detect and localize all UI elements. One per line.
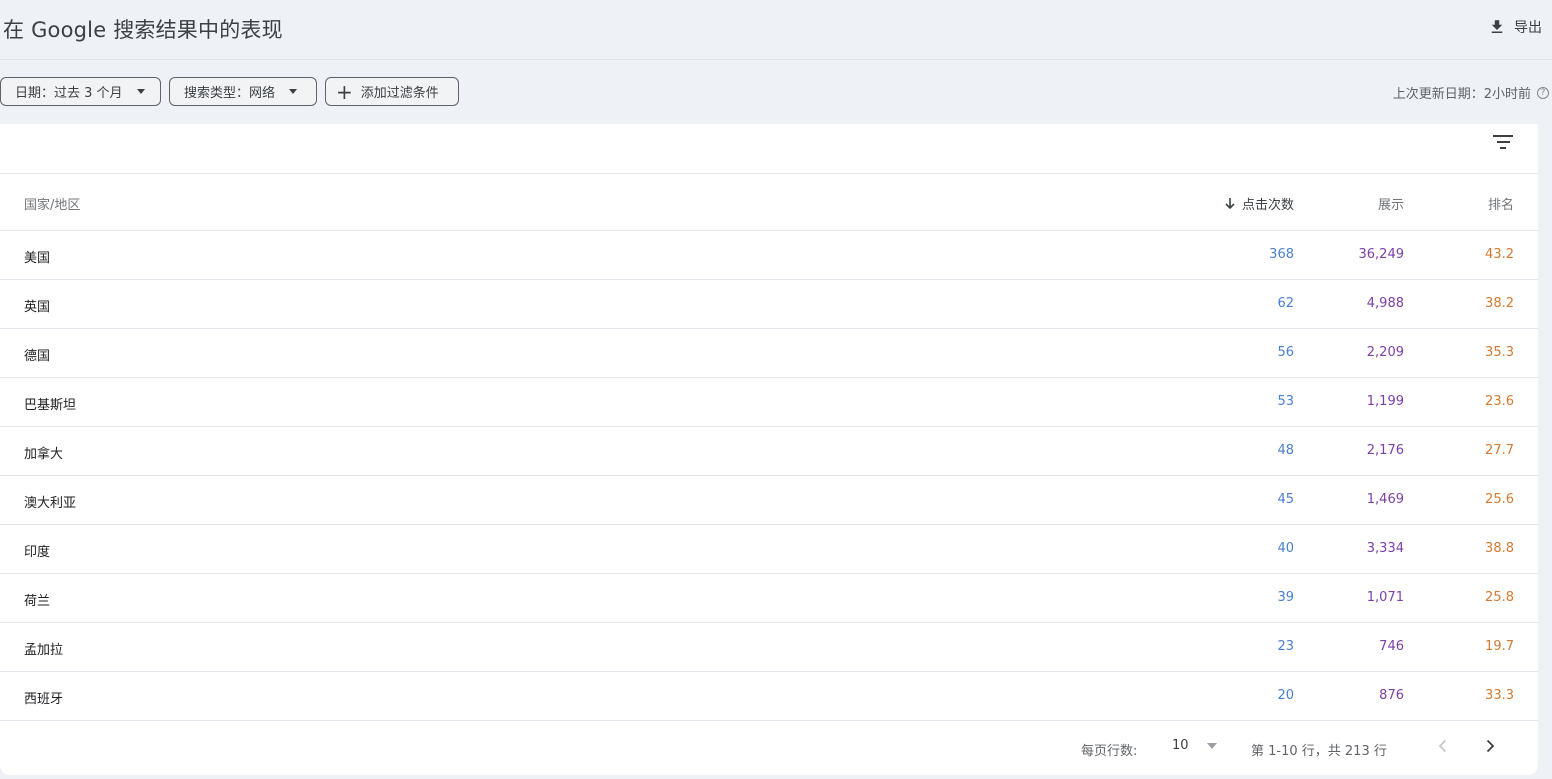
table-row[interactable]: 西班牙 20 876 33.3 (0, 672, 1538, 721)
cell-impressions: 1,071 (1366, 590, 1404, 605)
cell-impressions: 1,199 (1366, 394, 1404, 409)
cell-position: 43.2 (1485, 247, 1514, 262)
search-type-filter-label: 搜索类型：网络 (184, 86, 276, 101)
cell-country: 加拿大 (24, 447, 64, 462)
cell-impressions: 1,469 (1366, 492, 1404, 507)
last-updated-text: 上次更新日期：2小时前 (1392, 87, 1531, 102)
rows-per-page-value: 10 (1172, 738, 1189, 753)
cell-country: 英国 (24, 300, 51, 315)
pagination-range: 第 1-10 行，共 213 行 (1251, 744, 1387, 759)
rows-per-page-label: 每页行数: (1081, 744, 1138, 759)
cell-position: 38.2 (1485, 296, 1514, 311)
cell-impressions: 3,334 (1366, 541, 1404, 556)
data-table-card: 国家/地区 点击次数 展示 排名 美国 368 36,249 43.2 英国 6… (0, 124, 1538, 775)
cell-clicks: 48 (1277, 443, 1294, 458)
table-header: 国家/地区 点击次数 展示 排名 (0, 174, 1538, 231)
cell-position: 25.8 (1485, 590, 1514, 605)
cell-clicks: 56 (1277, 345, 1294, 360)
help-icon[interactable]: ? (1537, 86, 1549, 99)
download-icon (1491, 20, 1503, 33)
last-updated: 上次更新日期：2小时前 ? (1393, 83, 1549, 102)
cell-position: 25.6 (1485, 492, 1514, 507)
table-row[interactable]: 澳大利亚 45 1,469 25.6 (0, 476, 1538, 525)
column-header-position[interactable]: 排名 (1488, 194, 1514, 213)
cell-country: 澳大利亚 (24, 496, 77, 511)
cell-impressions: 876 (1379, 688, 1404, 703)
table-row[interactable]: 英国 62 4,988 38.2 (0, 280, 1538, 329)
export-label: 导出 (1514, 20, 1542, 36)
table-row[interactable]: 荷兰 39 1,071 25.8 (0, 574, 1538, 623)
table-row[interactable]: 印度 40 3,334 38.8 (0, 525, 1538, 574)
cell-position: 33.3 (1485, 688, 1514, 703)
cell-country: 西班牙 (24, 692, 64, 707)
cell-clicks: 20 (1277, 688, 1294, 703)
date-filter-chip[interactable]: 日期：过去 3 个月 (0, 77, 161, 106)
column-header-clicks[interactable]: 点击次数 (1224, 194, 1294, 213)
chevron-left-icon[interactable] (1433, 736, 1453, 756)
table-row[interactable]: 巴基斯坦 53 1,199 23.6 (0, 378, 1538, 427)
sort-arrow-down-icon (1225, 198, 1235, 210)
chevron-right-icon[interactable] (1480, 736, 1500, 756)
cell-clicks: 62 (1277, 296, 1294, 311)
table-row[interactable]: 德国 56 2,209 35.3 (0, 329, 1538, 378)
add-filter-label: 添加过滤条件 (360, 86, 439, 101)
column-header-impressions[interactable]: 展示 (1378, 194, 1404, 213)
cell-impressions: 2,176 (1366, 443, 1404, 458)
cell-position: 19.7 (1485, 639, 1514, 654)
column-header-country[interactable]: 国家/地区 (24, 194, 80, 213)
cell-impressions: 2,209 (1366, 345, 1404, 360)
dropdown-caret-icon (136, 89, 145, 94)
table-row[interactable]: 美国 368 36,249 43.2 (0, 231, 1538, 280)
cell-position: 38.8 (1485, 541, 1514, 556)
table-body: 美国 368 36,249 43.2 英国 62 4,988 38.2 德国 5… (0, 231, 1538, 721)
cell-country: 印度 (24, 545, 51, 560)
dropdown-caret-icon (1206, 742, 1217, 749)
cell-clicks: 40 (1277, 541, 1294, 556)
plus-icon: + (336, 79, 353, 104)
cell-country: 德国 (24, 349, 51, 364)
cell-clicks: 45 (1277, 492, 1294, 507)
export-button[interactable]: 导出 (1488, 17, 1542, 37)
cell-country: 孟加拉 (24, 643, 64, 658)
cell-clicks: 53 (1277, 394, 1294, 409)
cell-country: 荷兰 (24, 594, 51, 609)
table-pagination: 每页行数: 10 第 1-10 行，共 213 行 (0, 722, 1538, 775)
table-row[interactable]: 孟加拉 23 746 19.7 (0, 623, 1538, 672)
cell-position: 27.7 (1485, 443, 1514, 458)
cell-impressions: 4,988 (1366, 296, 1404, 311)
page-title: 在 Google 搜索结果中的表现 (3, 18, 283, 42)
search-performance-page: 在 Google 搜索结果中的表现 导出 日期：过去 3 个月 搜索类型：网络 … (0, 0, 1552, 779)
dropdown-caret-icon (289, 89, 298, 94)
cell-country: 美国 (24, 251, 51, 266)
table-row[interactable]: 加拿大 48 2,176 27.7 (0, 427, 1538, 476)
date-filter-label: 日期：过去 3 个月 (15, 86, 123, 101)
cell-position: 35.3 (1485, 345, 1514, 360)
cell-clicks: 39 (1277, 590, 1294, 605)
column-header-clicks-label: 点击次数 (1241, 198, 1294, 213)
search-type-filter-chip[interactable]: 搜索类型：网络 (169, 77, 317, 106)
cell-clicks: 368 (1269, 247, 1294, 262)
rows-per-page-select[interactable]: 10 (1172, 738, 1217, 753)
filter-icon[interactable] (1492, 135, 1514, 153)
page-header: 在 Google 搜索结果中的表现 导出 (0, 0, 1552, 60)
cell-impressions: 36,249 (1358, 247, 1405, 262)
cell-position: 23.6 (1485, 394, 1514, 409)
add-filter-button[interactable]: + 添加过滤条件 (325, 77, 459, 106)
cell-country: 巴基斯坦 (24, 398, 77, 413)
table-toolbar (0, 124, 1538, 174)
cell-impressions: 746 (1379, 639, 1404, 654)
cell-clicks: 23 (1277, 639, 1294, 654)
